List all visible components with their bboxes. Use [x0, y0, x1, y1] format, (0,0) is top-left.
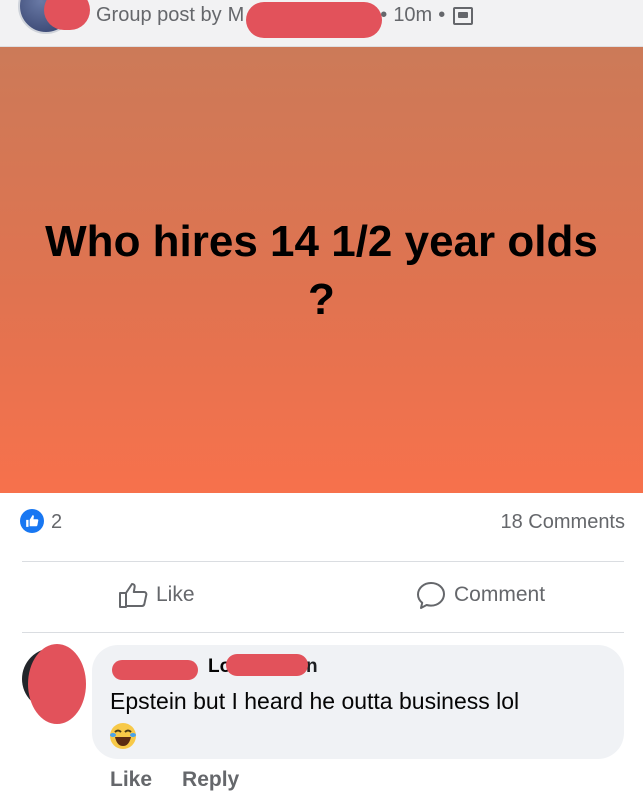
separator-dot: • — [438, 4, 446, 26]
redaction-mark — [44, 0, 90, 30]
redaction-mark — [226, 654, 308, 676]
divider — [22, 632, 624, 633]
comment-text: Epstein but I heard he outta business lo… — [110, 688, 520, 714]
post-actions: Like Comment — [0, 563, 643, 633]
comment-bubble-icon — [417, 582, 445, 609]
post-stats: 2 18 Comments — [0, 494, 643, 560]
redaction-mark — [246, 2, 382, 38]
comment-reply-button[interactable]: Reply — [182, 768, 239, 792]
divider — [22, 561, 624, 562]
group-privacy-icon — [453, 6, 474, 25]
comment-button[interactable]: Comment — [416, 581, 545, 609]
like-button-label: Like — [156, 583, 195, 606]
comment-button-label: Comment — [454, 583, 546, 606]
comments-count[interactable]: 18 Comments — [501, 511, 626, 534]
post-background: Who hires 14 1/2 year olds ? — [0, 47, 643, 493]
redaction-mark — [112, 660, 198, 680]
post-header: Group post by M z • 10m • — [0, 0, 643, 47]
thumbs-up-icon[interactable] — [20, 509, 44, 533]
comment-actions: Like Reply — [110, 768, 239, 792]
thumbs-up-outline-icon — [119, 583, 148, 608]
author-name-start[interactable]: M — [228, 4, 245, 27]
reaction-count[interactable]: 2 — [51, 511, 62, 534]
comment-like-button[interactable]: Like — [110, 768, 152, 792]
group-post-prefix: Group post by — [96, 4, 222, 26]
post-text: Who hires 14 1/2 year olds ? — [45, 217, 598, 324]
post-time[interactable]: 10m — [393, 4, 432, 27]
like-button[interactable]: Like — [118, 581, 195, 609]
redaction-mark — [28, 644, 86, 724]
laughing-crying-emoji-icon — [110, 723, 136, 749]
